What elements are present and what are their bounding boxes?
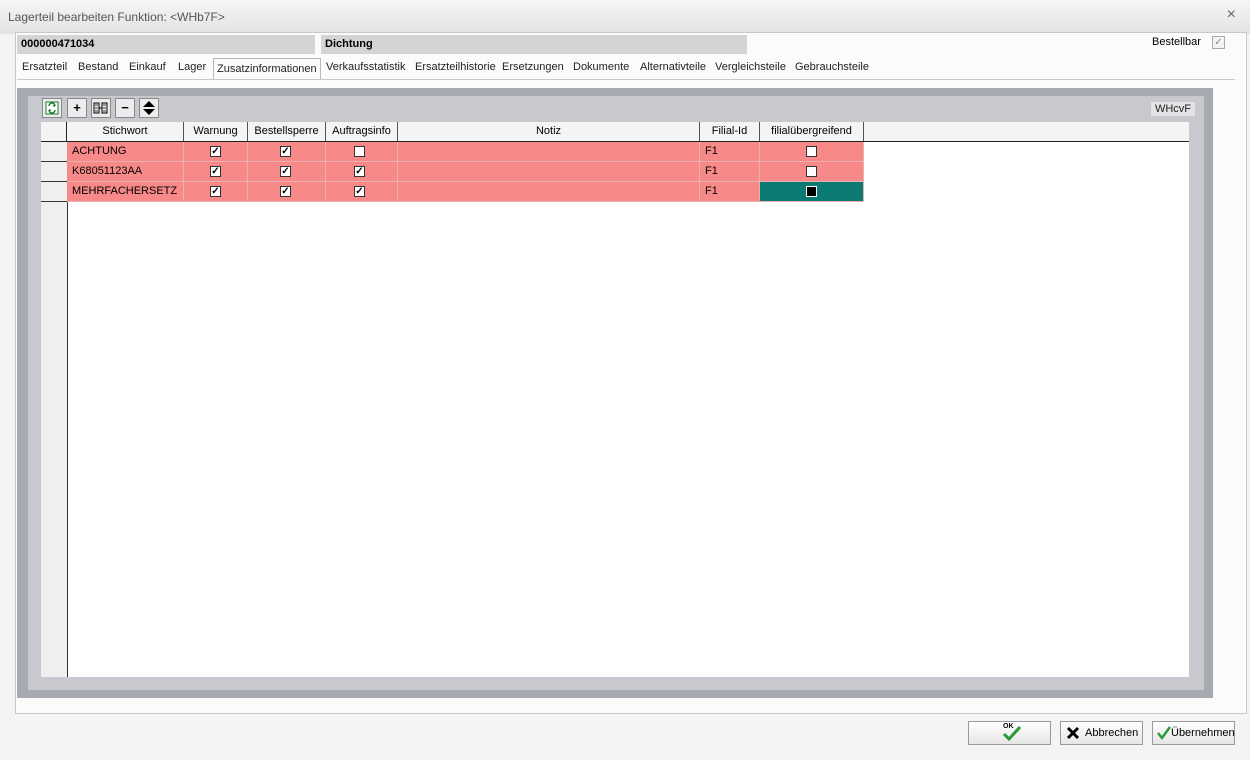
uebernehmen-button-label: Übernehmen <box>1171 727 1235 739</box>
part-description-field: Dichtung <box>321 35 747 54</box>
col-auftragsinfo[interactable]: Auftragsinfo <box>326 122 398 141</box>
cell-bestellsperre[interactable]: ✓ <box>248 162 326 182</box>
cell-auftragsinfo[interactable]: ✓ <box>326 162 398 182</box>
sort-icon[interactable] <box>139 98 159 118</box>
bestellbar-label: Bestellbar <box>1152 36 1201 48</box>
bestellsperre-checkbox[interactable]: ✓ <box>280 166 291 177</box>
col-bestellsperre[interactable]: Bestellsperre <box>248 122 326 141</box>
col-filial-id[interactable]: Filial-Id <box>700 122 760 141</box>
filialuebergreifend-checkbox[interactable] <box>806 166 817 177</box>
col-stichwort[interactable]: Stichwort <box>67 122 184 141</box>
table-row[interactable]: K68051123AA ✓ ✓ ✓ F1 <box>67 162 864 182</box>
table-row[interactable]: ACHTUNG ✓ ✓ F1 <box>67 142 864 162</box>
data-grid <box>41 122 1189 677</box>
cell-warnung[interactable]: ✓ <box>184 182 248 202</box>
cell-notiz[interactable] <box>398 142 700 162</box>
row-header-column <box>41 142 68 677</box>
cell-filial-id[interactable]: F1 <box>700 142 760 162</box>
tab-einkauf[interactable]: Einkauf <box>129 61 166 73</box>
grid-header: Stichwort Warnung Bestellsperre Auftrags… <box>41 122 1189 142</box>
filter-icon[interactable] <box>91 98 111 118</box>
cell-auftragsinfo[interactable] <box>326 142 398 162</box>
cell-warnung[interactable]: ✓ <box>184 162 248 182</box>
tab-lager[interactable]: Lager <box>178 61 206 73</box>
row-header[interactable] <box>41 142 67 162</box>
minus-icon[interactable]: − <box>115 98 135 118</box>
ok-button[interactable]: OK <box>968 721 1051 745</box>
tab-dokumente[interactable]: Dokumente <box>573 61 629 73</box>
close-icon[interactable]: × <box>1227 6 1236 24</box>
plus-icon[interactable]: + <box>67 98 87 118</box>
cell-warnung[interactable]: ✓ <box>184 142 248 162</box>
auftragsinfo-checkbox[interactable]: ✓ <box>354 186 365 197</box>
bestellsperre-checkbox[interactable]: ✓ <box>280 146 291 157</box>
corner-header <box>41 122 67 141</box>
part-number-field: 000000471034 <box>17 35 315 54</box>
cell-auftragsinfo[interactable]: ✓ <box>326 182 398 202</box>
tab-zusatzinformationen[interactable]: Zusatzinformationen <box>213 58 321 79</box>
uebernehmen-button[interactable]: Übernehmen <box>1152 721 1235 745</box>
bestellsperre-checkbox[interactable]: ✓ <box>280 186 291 197</box>
refresh-icon[interactable] <box>42 98 62 118</box>
abbrechen-button-label: Abbrechen <box>1085 727 1139 739</box>
cancel-x-icon <box>1066 726 1080 740</box>
auftragsinfo-checkbox[interactable] <box>354 146 365 157</box>
tab-divider <box>17 79 1235 80</box>
tab-alternativteile[interactable]: Alternativteile <box>640 61 706 73</box>
ok-button-label: OK <box>1003 723 1014 730</box>
tab-bestand[interactable]: Bestand <box>78 61 118 73</box>
title-bar: Lagerteil bearbeiten Funktion: <WHb7F> × <box>0 0 1250 34</box>
function-code-label: WHcvF <box>1151 102 1195 116</box>
cell-filialuebergreifend[interactable] <box>760 162 864 182</box>
table-row[interactable]: MEHRFACHERSETZ ✓ ✓ ✓ F1 <box>67 182 864 202</box>
row-header[interactable] <box>41 162 67 182</box>
col-warnung[interactable]: Warnung <box>184 122 248 141</box>
row-header[interactable] <box>41 182 67 202</box>
tab-ersatzteil[interactable]: Ersatzteil <box>22 61 67 73</box>
cell-filialuebergreifend[interactable] <box>760 142 864 162</box>
cell-filial-id[interactable]: F1 <box>700 162 760 182</box>
filialuebergreifend-checkbox[interactable] <box>806 186 817 197</box>
cell-notiz[interactable] <box>398 162 700 182</box>
cell-bestellsperre[interactable]: ✓ <box>248 182 326 202</box>
tab-vergleichsteile[interactable]: Vergleichsteile <box>715 61 786 73</box>
col-filialuebergreifend[interactable]: filialübergreifend <box>760 122 864 141</box>
tab-ersetzungen[interactable]: Ersetzungen <box>502 61 564 73</box>
cell-filialuebergreifend-selected[interactable] <box>760 182 864 202</box>
filialuebergreifend-checkbox[interactable] <box>806 146 817 157</box>
abbrechen-button[interactable]: Abbrechen <box>1060 721 1143 745</box>
cell-bestellsperre[interactable]: ✓ <box>248 142 326 162</box>
bestellbar-checkbox[interactable]: ✓ <box>1212 36 1225 49</box>
tab-verkaufsstatistik[interactable]: Verkaufsstatistik <box>326 61 405 73</box>
warnung-checkbox[interactable]: ✓ <box>210 146 221 157</box>
cell-notiz[interactable] <box>398 182 700 202</box>
cell-filial-id[interactable]: F1 <box>700 182 760 202</box>
cell-stichwort[interactable]: ACHTUNG <box>67 142 184 162</box>
tab-gebrauchsteile[interactable]: Gebrauchsteile <box>795 61 869 73</box>
cell-stichwort[interactable]: MEHRFACHERSETZ <box>67 182 184 202</box>
window-title: Lagerteil bearbeiten Funktion: <WHb7F> <box>8 10 225 24</box>
auftragsinfo-checkbox[interactable]: ✓ <box>354 166 365 177</box>
cell-stichwort[interactable]: K68051123AA <box>67 162 184 182</box>
warnung-checkbox[interactable]: ✓ <box>210 166 221 177</box>
apply-check-icon <box>1157 726 1172 741</box>
tab-ersatzteilhistorie[interactable]: Ersatzteilhistorie <box>415 61 496 73</box>
warnung-checkbox[interactable]: ✓ <box>210 186 221 197</box>
col-notiz[interactable]: Notiz <box>398 122 700 141</box>
